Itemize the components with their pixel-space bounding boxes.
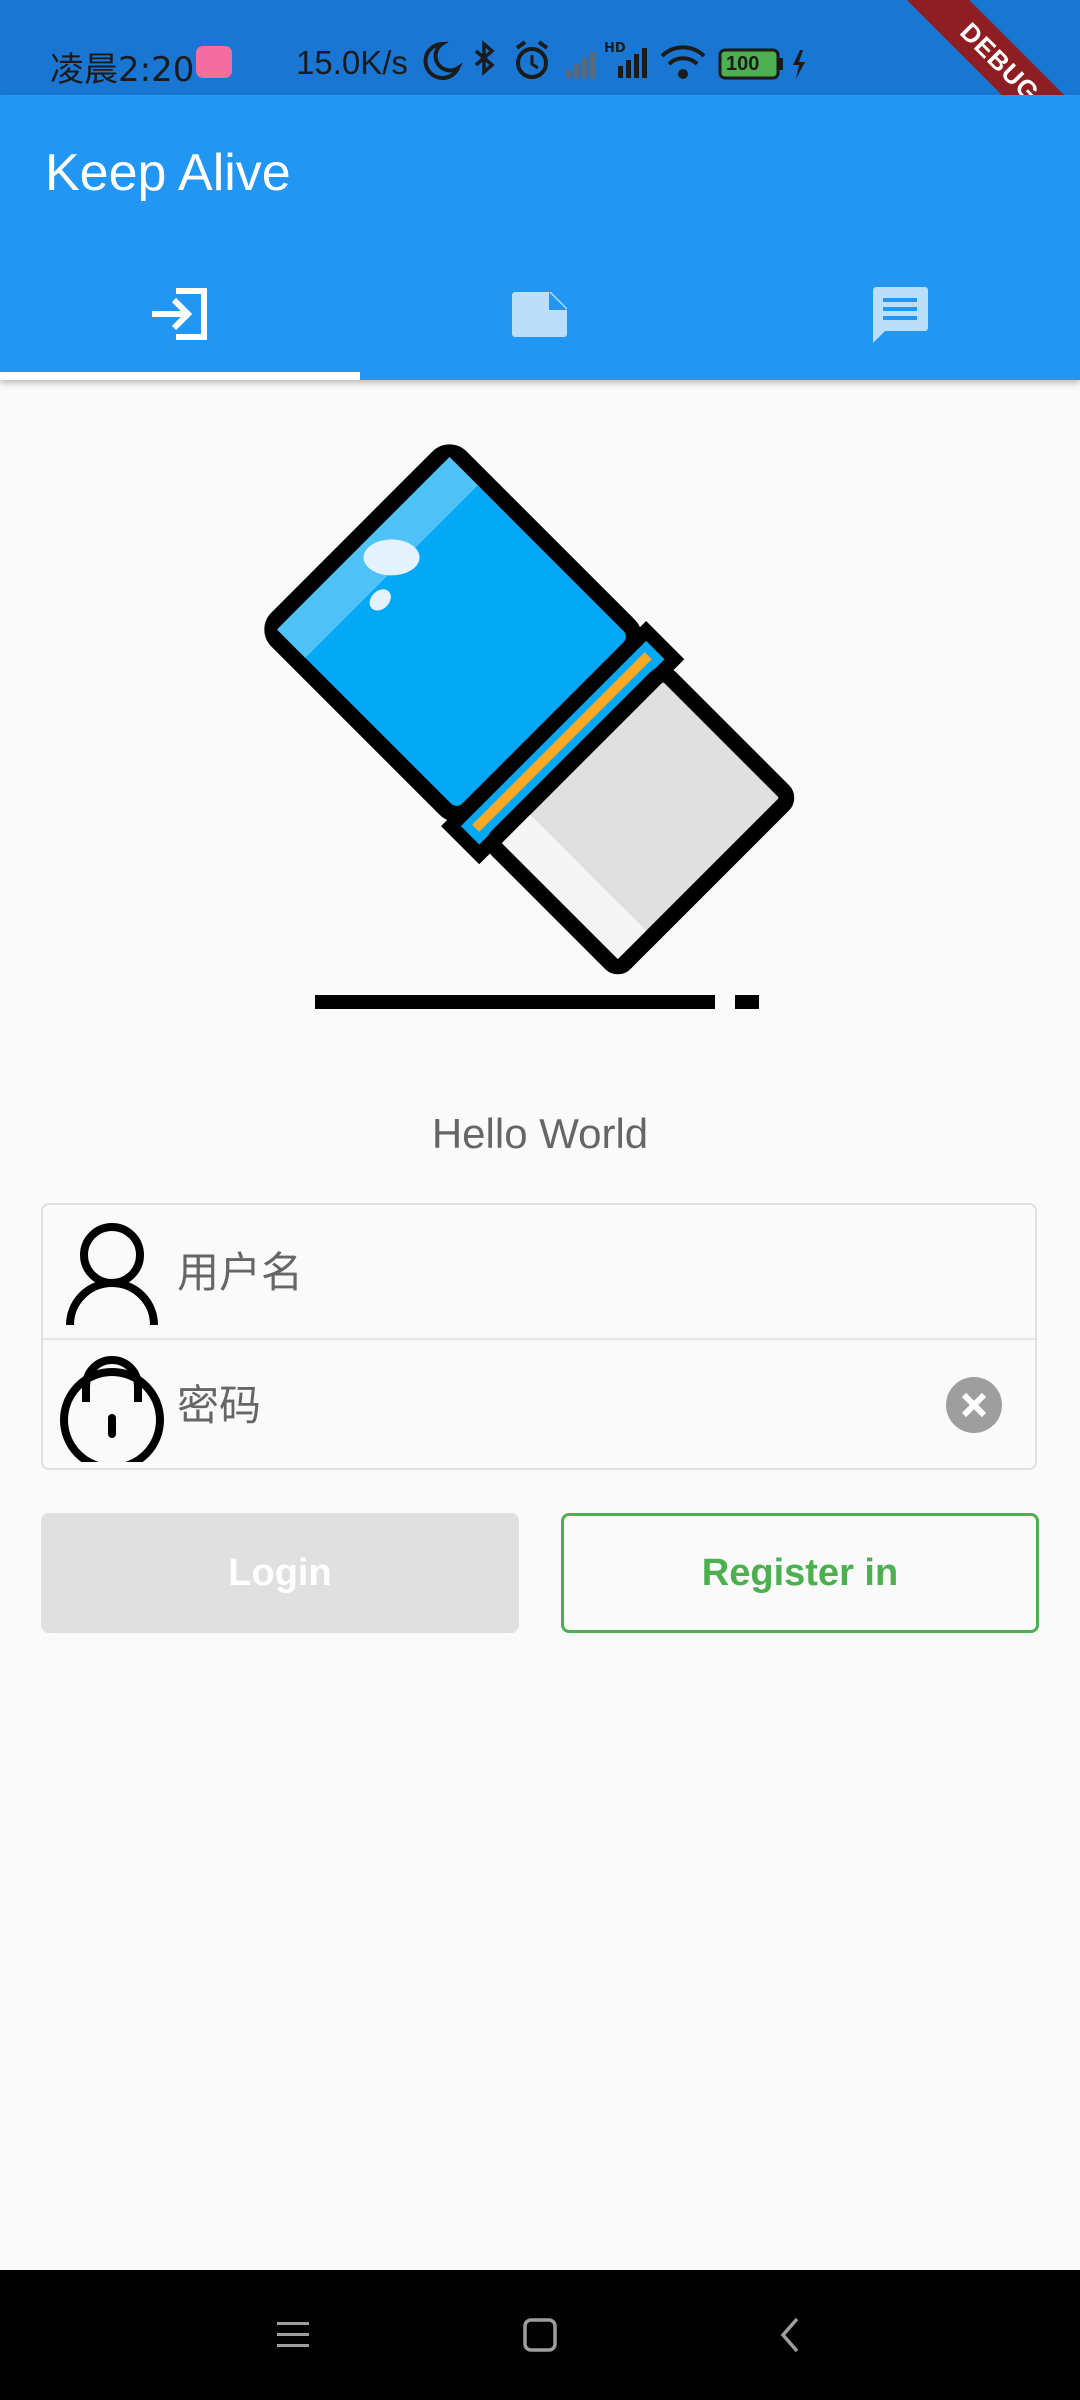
- tab-note[interactable]: [360, 250, 720, 378]
- clear-icon: [961, 1392, 987, 1418]
- register-button[interactable]: Register in: [561, 1513, 1039, 1633]
- login-form: [41, 1203, 1037, 1470]
- signal-icon: [566, 52, 595, 78]
- app-bar: Keep Alive: [0, 95, 1080, 380]
- hd-signal-icon: HD: [604, 41, 647, 78]
- eraser-icon: [264, 444, 795, 1009]
- home-icon: [523, 2318, 557, 2352]
- alarm-icon: [515, 40, 549, 79]
- app-title: Keep Alive: [45, 144, 291, 202]
- menu-icon: [277, 2322, 309, 2347]
- wifi-icon: [660, 45, 706, 79]
- home-button[interactable]: [510, 2305, 570, 2365]
- status-icons: HD: [423, 40, 805, 80]
- clear-password-button[interactable]: [946, 1377, 1002, 1433]
- status-time: 凌晨2:20: [50, 50, 195, 90]
- greeting-text: Hello World: [431, 1110, 649, 1157]
- bluetooth-icon: [474, 40, 495, 76]
- username-input[interactable]: [175, 1233, 879, 1311]
- system-nav-bar: [0, 2270, 1080, 2400]
- moon-icon: [423, 41, 463, 80]
- svg-text:HD: HD: [604, 41, 626, 56]
- network-speed: 15.0K/s: [296, 44, 408, 81]
- password-input[interactable]: [175, 1366, 879, 1444]
- note-icon: [512, 292, 567, 337]
- username-row: [43, 1205, 1035, 1340]
- back-icon: [780, 2317, 799, 2353]
- password-row: [43, 1338, 1035, 1471]
- person-icon: [66, 1223, 158, 1326]
- charging-icon: [793, 50, 805, 79]
- back-button[interactable]: [760, 2305, 820, 2365]
- menu-button[interactable]: [263, 2305, 323, 2365]
- tab-indicator: [0, 372, 360, 380]
- battery-level: 100: [726, 53, 760, 75]
- login-icon: [152, 288, 207, 340]
- bilibili-icon: [196, 46, 232, 78]
- lock-icon: [60, 1356, 164, 1462]
- tab-login[interactable]: [0, 250, 360, 378]
- message-icon: [873, 287, 928, 343]
- login-button[interactable]: Login: [41, 1513, 519, 1633]
- tab-message[interactable]: [720, 250, 1080, 378]
- status-bar: 凌晨2:20 15.0K/s HD 100: [0, 0, 1080, 95]
